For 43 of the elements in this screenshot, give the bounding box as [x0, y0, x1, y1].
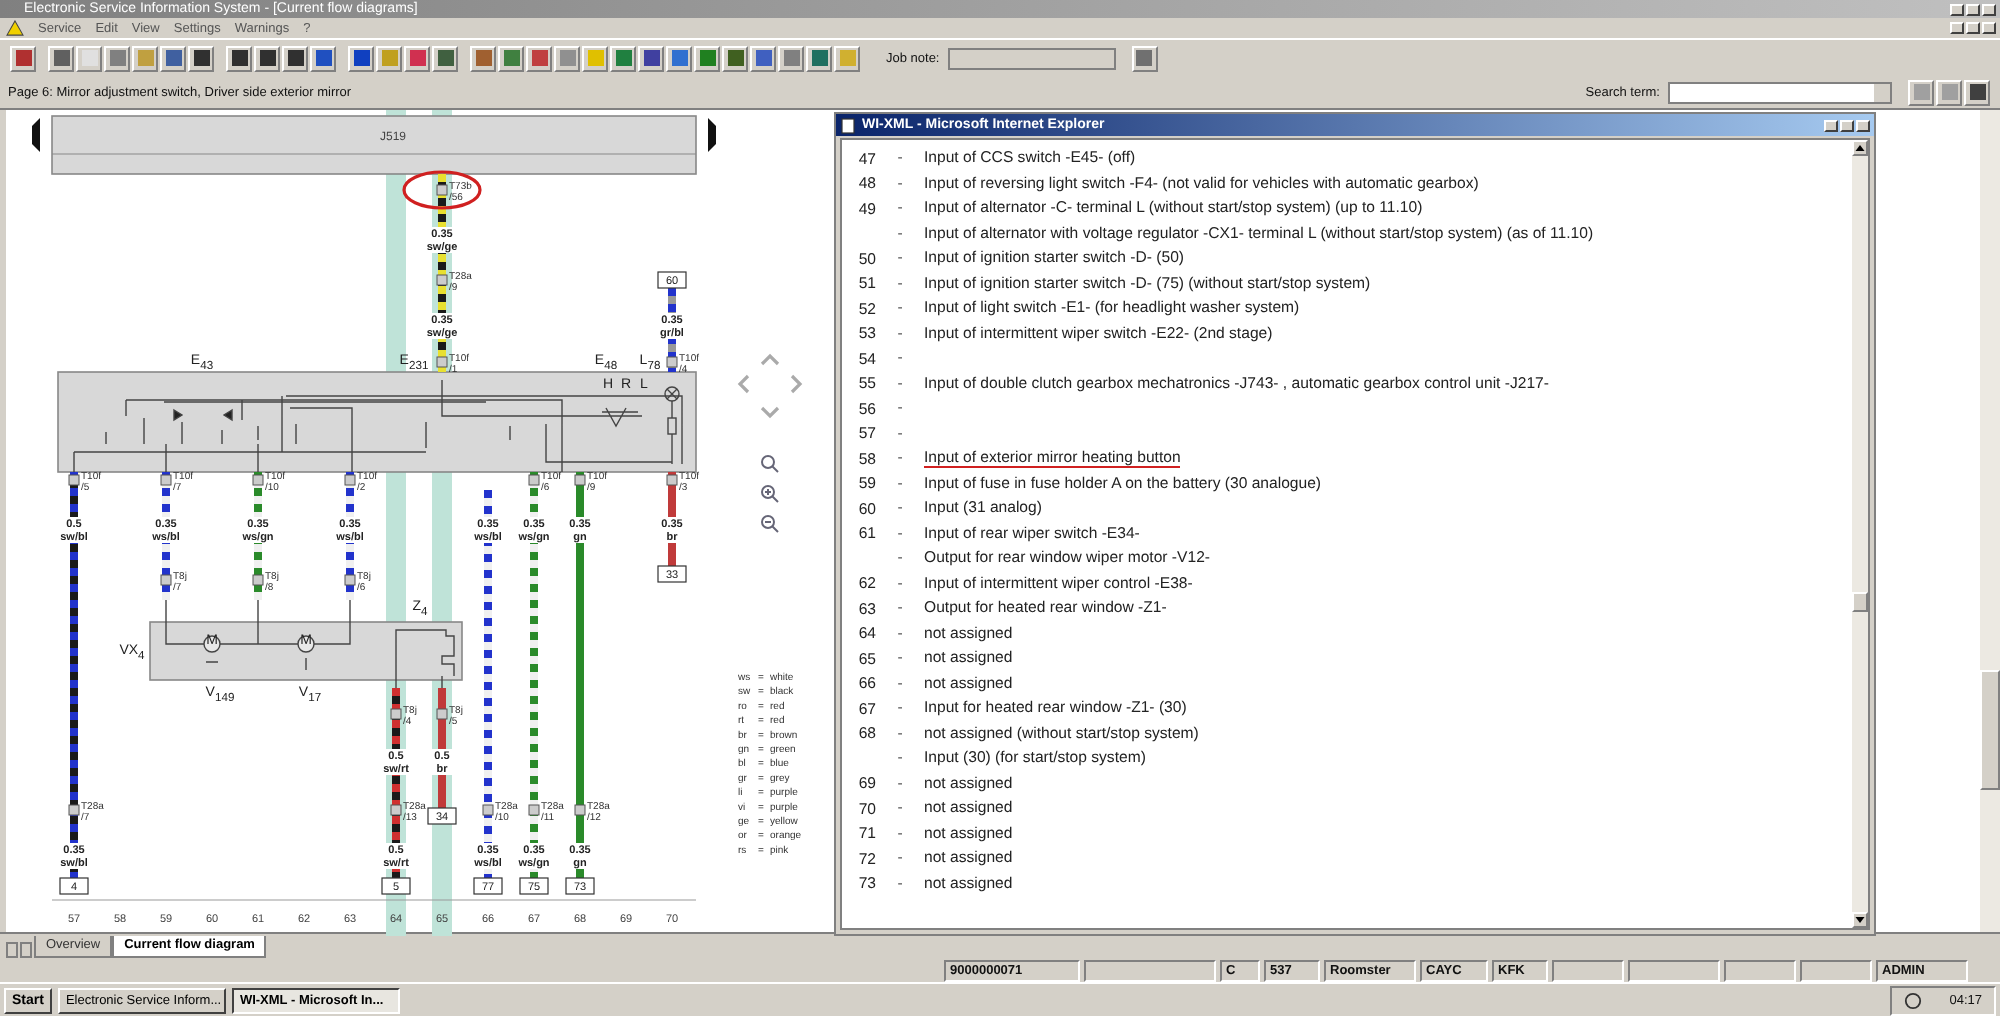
bulb-drawing	[664, 386, 680, 465]
scrollbar[interactable]	[1852, 140, 1868, 928]
toolbar-button[interactable]	[348, 45, 374, 71]
toolbar-button[interactable]	[806, 45, 832, 71]
maximize-button[interactable]	[1840, 119, 1854, 131]
zoom-out-icon[interactable]	[761, 515, 779, 533]
toolbar-button[interactable]	[750, 45, 776, 71]
toolbar-button[interactable]	[310, 45, 336, 71]
status-field	[1552, 959, 1624, 981]
toolbar-button[interactable]	[160, 45, 186, 71]
scroll-right-icon[interactable]	[708, 118, 716, 152]
scrollbar[interactable]	[1980, 110, 2000, 932]
job-note-field[interactable]	[947, 47, 1116, 69]
toolbar-button[interactable]	[638, 45, 664, 71]
toolbar-button[interactable]	[48, 45, 74, 71]
status-field	[1800, 959, 1872, 981]
toolbar-button[interactable]	[722, 45, 748, 71]
scroll-thumb[interactable]	[1852, 592, 1868, 612]
scroll-down-icon[interactable]	[1852, 912, 1868, 928]
toolbar-button[interactable]	[10, 45, 36, 71]
toolbar-button[interactable]	[226, 45, 252, 71]
tab-scroll-left-icon[interactable]	[6, 942, 18, 958]
tab-scroll-right-icon[interactable]	[20, 942, 32, 958]
status-field	[1724, 959, 1796, 981]
search-field[interactable]	[1668, 81, 1892, 103]
scroll-left-icon[interactable]	[32, 118, 40, 152]
help-icon[interactable]	[1903, 991, 1922, 1009]
scroll-thumb[interactable]	[1980, 670, 2000, 790]
maximize-button[interactable]	[1966, 3, 1980, 15]
toolbar-button[interactable]	[188, 45, 214, 71]
page-icon	[840, 117, 856, 133]
status-field	[1084, 959, 1216, 981]
zoom-in-icon[interactable]	[761, 485, 779, 503]
scroll-up-icon[interactable]	[1852, 140, 1868, 156]
zoom-icon[interactable]	[761, 455, 779, 473]
restore-button[interactable]	[1966, 22, 1980, 34]
close-button[interactable]	[1856, 119, 1870, 131]
toolbar-button[interactable]	[254, 45, 280, 71]
toolbar-button[interactable]	[432, 45, 458, 71]
status-field	[1628, 959, 1720, 981]
toolbar-button[interactable]	[282, 45, 308, 71]
minimize-button[interactable]	[1824, 119, 1838, 131]
toolbar-button[interactable]	[1964, 79, 1990, 105]
